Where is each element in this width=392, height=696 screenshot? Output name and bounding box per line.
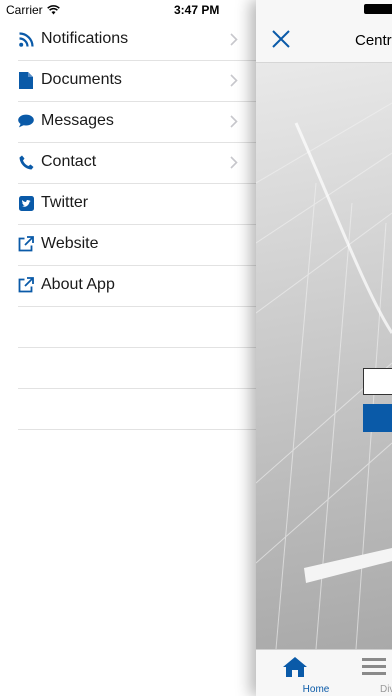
menu-item-about-app[interactable]: About App (18, 266, 256, 307)
menu-item-label: Documents (41, 71, 122, 88)
menu-item-label: Notifications (41, 30, 129, 47)
status-bar: Carrier 3:47 PM (0, 0, 392, 20)
menu-item-label: Messages (41, 112, 114, 129)
menu-item-messages[interactable]: Messages (18, 102, 256, 143)
submit-button[interactable] (363, 404, 392, 432)
tab-bar: Home Divisions (256, 649, 392, 696)
phone-icon (18, 154, 34, 170)
tab-home[interactable]: Home (274, 650, 329, 696)
side-menu: Notifications Documents Messages Contact (0, 20, 256, 696)
empty-row (18, 389, 256, 430)
page-title: Centr (355, 32, 392, 49)
speech-bubble-icon (18, 113, 34, 129)
clock: 3:47 PM (174, 3, 220, 17)
menu-item-label: About App (41, 276, 115, 293)
empty-row (18, 348, 256, 389)
twitter-icon (18, 195, 34, 211)
menu-item-documents[interactable]: Documents (18, 61, 256, 102)
document-icon (18, 71, 34, 89)
menu-item-label: Website (41, 235, 99, 252)
home-icon (282, 656, 308, 683)
menu-item-label: Twitter (41, 194, 89, 211)
chevron-right-icon (230, 115, 238, 133)
wifi-icon (47, 4, 60, 18)
menu-item-contact[interactable]: Contact (18, 143, 256, 184)
external-link-icon (18, 277, 34, 293)
tab-divisions[interactable]: Divisions (350, 650, 392, 696)
rss-icon (18, 31, 34, 47)
chevron-right-icon (230, 33, 238, 51)
menu-item-twitter[interactable]: Twitter (18, 184, 256, 225)
menu-item-website[interactable]: Website (18, 225, 256, 266)
close-icon[interactable] (272, 30, 290, 53)
chevron-right-icon (230, 74, 238, 92)
menu-item-notifications[interactable]: Notifications (18, 20, 256, 61)
search-input[interactable] (363, 368, 392, 395)
main-panel: Centr Home Div (256, 0, 392, 696)
tab-label: Home (302, 684, 330, 695)
external-link-icon (18, 236, 34, 252)
carrier-label: Carrier (6, 3, 43, 17)
chevron-right-icon (230, 156, 238, 174)
menu-item-label: Contact (41, 153, 97, 170)
background-image (256, 63, 392, 649)
empty-row (18, 307, 256, 348)
battery-icon (364, 4, 392, 14)
tab-label: Divisions (379, 684, 392, 695)
list-icon (362, 658, 386, 681)
